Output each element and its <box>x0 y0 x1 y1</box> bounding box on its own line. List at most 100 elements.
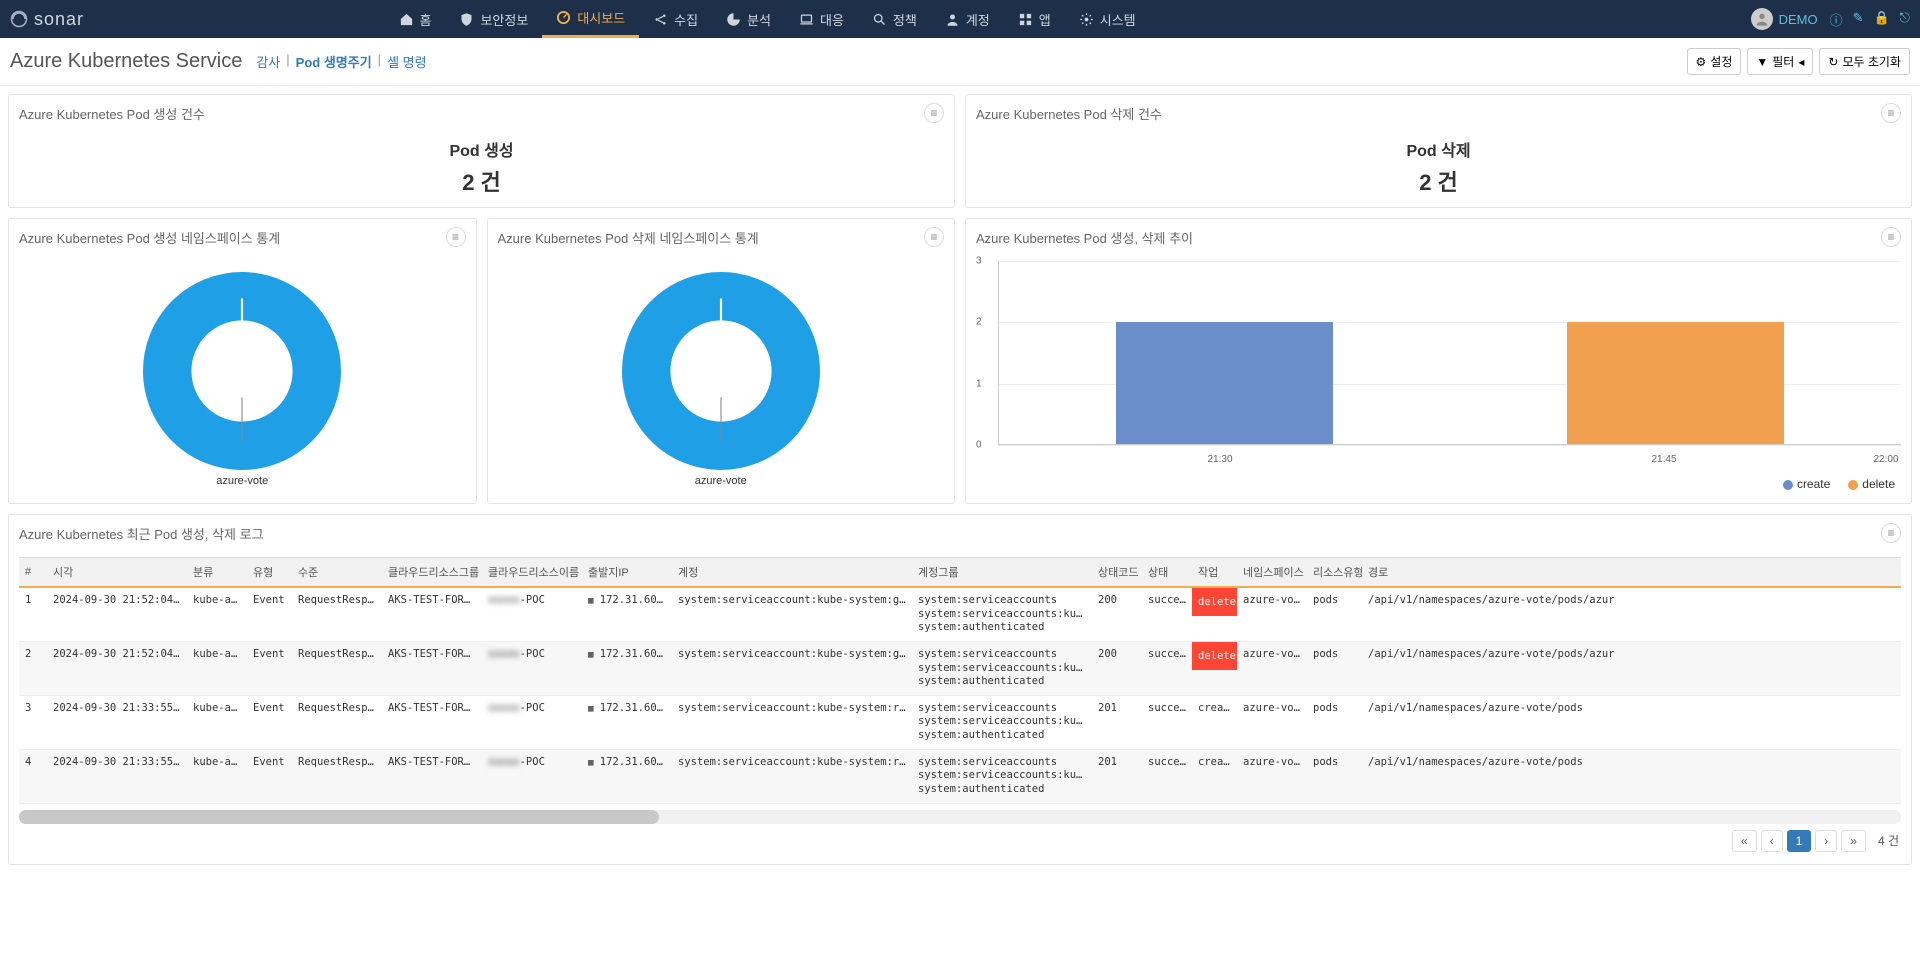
donut-chart <box>611 261 831 481</box>
col-header[interactable]: 네임스페이스 <box>1237 558 1307 588</box>
nav-label: 대시보드 <box>577 8 625 27</box>
settings-button[interactable]: ⚙설정 <box>1687 48 1742 75</box>
logo-icon <box>10 10 28 28</box>
key-icon[interactable]: ✎ <box>1853 10 1864 29</box>
top-header: sonar 홈 보안정보 대시보드 수집 분석 대응 정책 계정 앱 시스템 DEMO ⓘ ✎ 🔒… <box>0 0 1920 38</box>
chevron-left-icon: ◂ <box>1798 55 1804 69</box>
pager-prev[interactable]: ‹ <box>1761 830 1783 852</box>
user-name: DEMO <box>1779 12 1818 27</box>
main-nav: 홈 보안정보 대시보드 수집 분석 대응 정책 계정 앱 시스템 <box>385 0 1150 38</box>
pager-page-1[interactable]: 1 <box>1787 830 1812 852</box>
panel-menu-icon[interactable]: ≡ <box>924 103 944 123</box>
nav-gear[interactable]: 시스템 <box>1065 0 1150 38</box>
nav-pie[interactable]: 분석 <box>712 0 785 38</box>
col-header[interactable]: 유형 <box>247 558 292 588</box>
trend-bar-chart: 012321:3021:4522:00createdelete <box>976 261 1901 491</box>
panel-menu-icon[interactable]: ≡ <box>1881 103 1901 123</box>
nav-label: 홈 <box>420 10 432 29</box>
nav-label: 수집 <box>674 10 698 29</box>
nav-share[interactable]: 수집 <box>639 0 712 38</box>
panel-title: Azure Kubernetes Pod 생성, 삭제 추이 <box>976 228 1193 247</box>
table-row[interactable]: 22024-09-30 21:52:04+0900kube-auditEvent… <box>19 641 1901 695</box>
panel-trend-bar: Azure Kubernetes Pod 생성, 삭제 추이≡ 012321:3… <box>965 218 1912 504</box>
avatar-icon <box>1751 8 1773 30</box>
table-row[interactable]: 32024-09-30 21:33:55+0900kube-auditEvent… <box>19 695 1901 749</box>
scrollbar-thumb[interactable] <box>19 810 659 824</box>
lock-icon[interactable]: 🔒 <box>1873 10 1889 29</box>
col-header[interactable]: 상태코드 <box>1092 558 1142 588</box>
nav-user[interactable]: 계정 <box>931 0 1004 38</box>
pager-first[interactable]: « <box>1732 830 1757 852</box>
col-header[interactable]: 수준 <box>292 558 382 588</box>
laptop-icon <box>799 12 814 27</box>
dashboard-icon <box>556 10 571 25</box>
panel-menu-icon[interactable]: ≡ <box>1881 227 1901 247</box>
dashboard-grid: Azure Kubernetes Pod 생성 건수≡ Pod 생성 2 건 A… <box>0 86 1920 873</box>
panel-pod-create-count: Azure Kubernetes Pod 생성 건수≡ Pod 생성 2 건 <box>8 94 955 208</box>
table-scroll-region[interactable]: #시각분류유형수준클라우드리소스그룹클라우드리소스이름출발지IP계정계정그룹상태… <box>19 557 1901 804</box>
nav-search[interactable]: 정책 <box>858 0 931 38</box>
col-header[interactable]: 계정 <box>672 558 912 588</box>
col-header[interactable]: 클라우드리소스그룹 <box>382 558 482 588</box>
nav-dashboard[interactable]: 대시보드 <box>542 0 639 38</box>
nav-grid[interactable]: 앱 <box>1004 0 1065 38</box>
col-header[interactable]: # <box>19 558 47 588</box>
pager-last[interactable]: » <box>1841 830 1866 852</box>
tab-2[interactable]: 셸 명령 <box>387 52 427 71</box>
legend-create: create <box>1783 477 1830 491</box>
panel-menu-icon[interactable]: ≡ <box>446 227 466 247</box>
bar-create <box>1116 322 1332 444</box>
panel-menu-icon[interactable]: ≡ <box>1881 523 1901 543</box>
nav-label: 정책 <box>893 10 917 29</box>
current-user[interactable]: DEMO <box>1751 8 1818 30</box>
header-action-icons: ⓘ ✎ 🔒 ⎋ <box>1830 10 1910 29</box>
donut-chart <box>132 261 352 481</box>
page-tabs: 감사|Pod 생명주기|셸 명령 <box>256 52 426 71</box>
shield-icon <box>459 12 474 27</box>
nav-label: 분석 <box>747 10 771 29</box>
pager-next[interactable]: › <box>1815 830 1837 852</box>
nav-laptop[interactable]: 대응 <box>785 0 858 38</box>
nav-home[interactable]: 홈 <box>385 0 446 38</box>
reset-button[interactable]: ↻모두 초기화 <box>1819 48 1910 75</box>
share-icon <box>653 12 668 27</box>
gear-icon <box>1079 12 1094 27</box>
stat-label: Pod 생성 <box>19 137 944 161</box>
info-icon[interactable]: ⓘ <box>1830 10 1843 29</box>
gear-icon: ⚙ <box>1696 55 1707 69</box>
tab-1[interactable]: Pod 생명주기 <box>296 52 372 71</box>
nav-label: 보안정보 <box>480 10 528 29</box>
horizontal-scrollbar[interactable] <box>19 810 1901 824</box>
nav-label: 대응 <box>820 10 844 29</box>
brand-text: sonar <box>34 9 84 30</box>
header-right: DEMO ⓘ ✎ 🔒 ⎋ <box>1751 8 1910 30</box>
panel-menu-icon[interactable]: ≡ <box>924 227 944 247</box>
pie-icon <box>726 12 741 27</box>
filter-icon: ▼ <box>1756 55 1768 69</box>
nav-shield[interactable]: 보안정보 <box>445 0 542 38</box>
col-header[interactable]: 시각 <box>47 558 187 588</box>
col-header[interactable]: 작업 <box>1192 558 1237 588</box>
legend-delete: delete <box>1848 477 1895 491</box>
col-header[interactable]: 클라우드리소스이름 <box>482 558 582 588</box>
panel-title: Azure Kubernetes Pod 삭제 네임스페이스 통계 <box>498 228 759 247</box>
col-header[interactable]: 출발지IP <box>582 558 672 588</box>
nav-label: 앱 <box>1039 10 1051 29</box>
col-header[interactable]: 리소스유형 <box>1307 558 1362 588</box>
panel-pod-delete-count: Azure Kubernetes Pod 삭제 건수≡ Pod 삭제 2 건 <box>965 94 1912 208</box>
table-row[interactable]: 12024-09-30 21:52:04+0900kube-auditEvent… <box>19 587 1901 641</box>
page-title: Azure Kubernetes Service <box>10 50 242 73</box>
logout-icon[interactable]: ⎋ <box>1900 10 1910 29</box>
col-header[interactable]: 계정그룹 <box>912 558 1092 588</box>
grid-icon <box>1018 12 1033 27</box>
nav-label: 시스템 <box>1100 10 1136 29</box>
tab-0[interactable]: 감사 <box>256 52 280 71</box>
filter-button[interactable]: ▼필터◂ <box>1747 48 1813 75</box>
col-header[interactable]: 상태 <box>1142 558 1192 588</box>
refresh-icon: ↻ <box>1828 55 1838 69</box>
panel-create-ns-donut: Azure Kubernetes Pod 생성 네임스페이스 통계≡ azure… <box>8 218 477 504</box>
table-row[interactable]: 42024-09-30 21:33:55+0900kube-auditEvent… <box>19 749 1901 803</box>
col-header[interactable]: 분류 <box>187 558 247 588</box>
col-header[interactable]: 경로 <box>1362 558 1901 588</box>
brand-logo[interactable]: sonar <box>10 9 84 30</box>
